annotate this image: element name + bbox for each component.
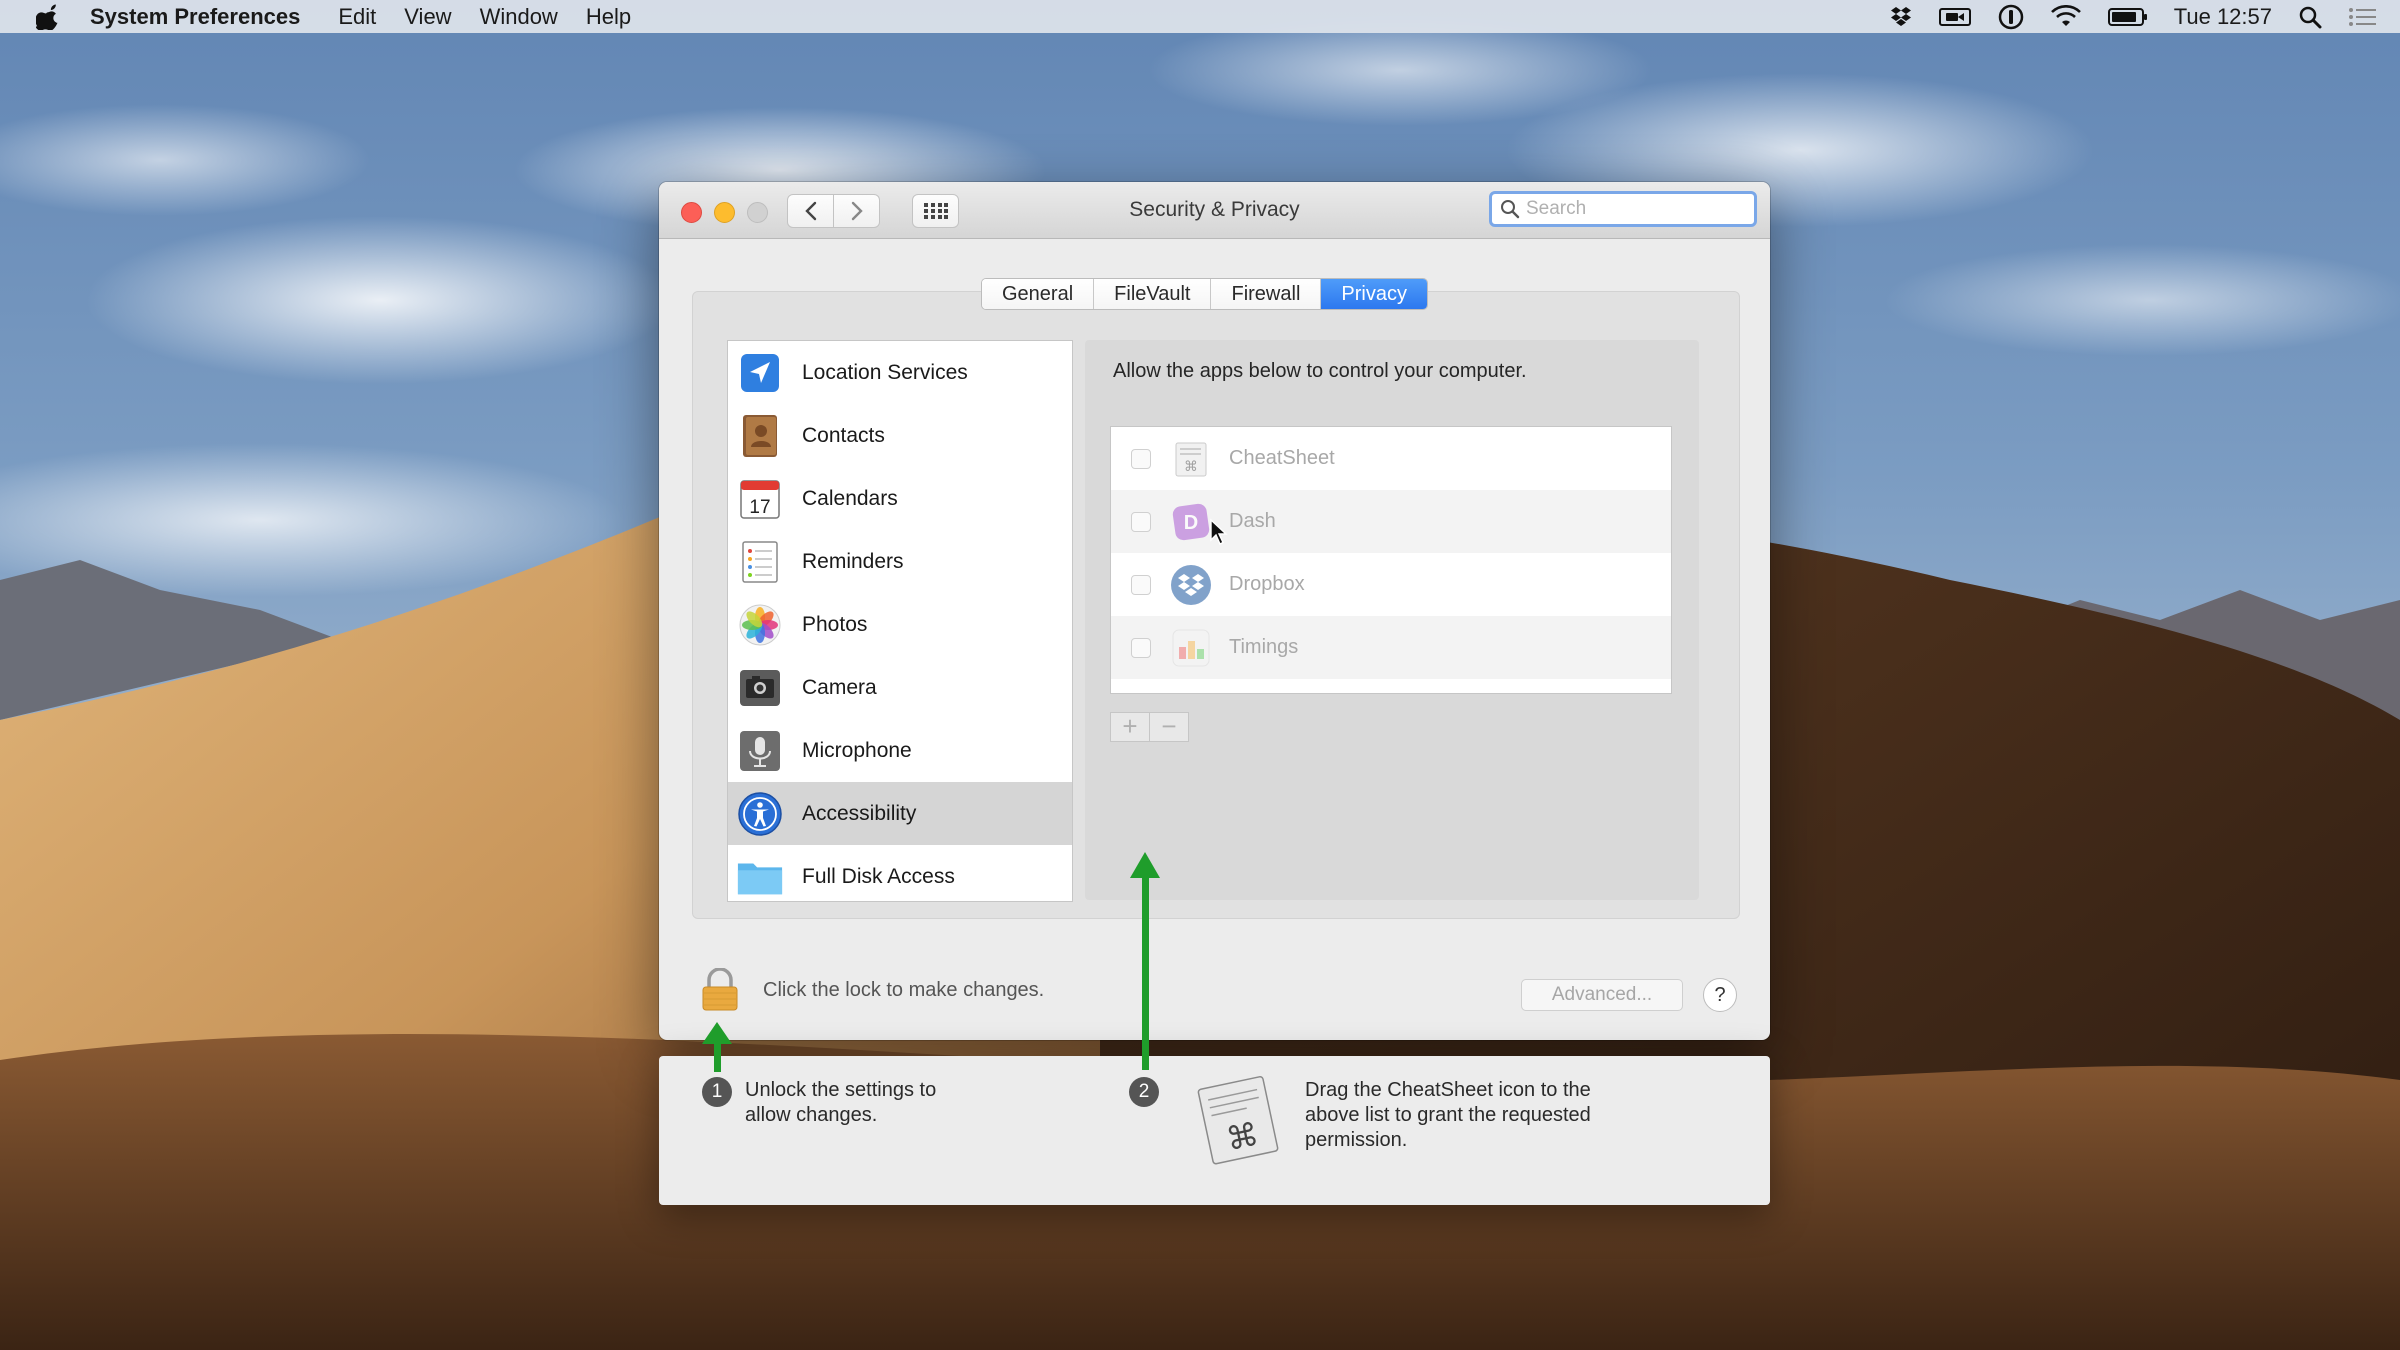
spotlight-icon[interactable] [2298,5,2322,29]
dropbox-icon [1167,561,1215,609]
tab-general[interactable]: General [982,279,1095,309]
privacy-item-label: Location Services [802,360,968,384]
title-bar[interactable]: Security & Privacy [659,182,1770,239]
privacy-item-location-services[interactable]: Location Services [728,341,1072,404]
security-privacy-window: Security & Privacy General FileVault Fir… [659,182,1770,1040]
app-checkbox[interactable] [1131,511,1151,532]
arrow-to-app-list-icon [1130,852,1160,1070]
privacy-item-label: Camera [802,675,877,699]
step-2-line-1: Drag the CheatSheet icon to the [1305,1079,1591,1101]
battery-icon[interactable] [2107,6,2148,28]
app-name: CheatSheet [1229,447,1335,469]
app-name: Timings [1229,636,1299,658]
tab-bar: General FileVault Firewall Privacy [981,278,1428,310]
lock-row: Click the lock to make changes. [699,968,1044,1012]
menu-view[interactable]: View [404,4,451,30]
dash-icon: D [1167,498,1215,546]
privacy-item-label: Full Disk Access [802,864,955,888]
reminders-icon [736,538,784,586]
privacy-panel: Location Services Contacts 17 Calendars [692,291,1740,919]
svg-text:⌘: ⌘ [1184,458,1198,474]
dropbox-icon[interactable] [1890,5,1912,29]
step-1-line-1: Unlock the settings to [745,1079,937,1101]
search-field[interactable] [1489,191,1757,227]
privacy-item-calendars[interactable]: 17 Calendars [728,467,1072,530]
app-row-dropbox[interactable]: Dropbox [1111,553,1671,616]
add-app-button[interactable]: + [1110,712,1150,742]
step-1-text: Unlock the settings to allow changes. [745,1078,936,1128]
app-checkbox[interactable] [1131,448,1151,469]
app-name: Dash [1229,510,1276,532]
menu-edit[interactable]: Edit [338,4,376,30]
calendar-icon: 17 [736,475,784,523]
facetime-icon[interactable] [1938,5,1972,29]
arrow-to-lock-icon [702,1022,732,1072]
svg-text:D: D [1184,512,1198,534]
step-2-line-3: permission. [1305,1129,1408,1151]
search-icon [1501,200,1520,219]
tab-privacy[interactable]: Privacy [1321,279,1427,309]
app-checkbox[interactable] [1131,637,1151,658]
add-remove-buttons: + − [1110,712,1189,742]
privacy-category-list: Location Services Contacts 17 Calendars [727,340,1073,902]
photos-icon [736,601,784,649]
remove-app-button[interactable]: − [1150,712,1189,742]
privacy-item-contacts[interactable]: Contacts [728,404,1072,467]
privacy-item-accessibility[interactable]: Accessibility [728,782,1072,845]
privacy-item-photos[interactable]: Photos [728,593,1072,656]
menu-window[interactable]: Window [480,4,558,30]
privacy-item-label: Microphone [802,738,912,762]
privacy-item-label: Accessibility [802,801,917,825]
instruction-panel: 1 Unlock the settings to allow changes. … [659,1056,1770,1205]
accessibility-icon [736,790,784,838]
mouse-cursor-icon [1210,518,1228,545]
wifi-icon[interactable] [2050,4,2082,29]
notification-center-icon[interactable] [2348,5,2378,29]
step-2-text: Drag the CheatSheet icon to the above li… [1305,1078,1591,1153]
pane-description: Allow the apps below to control your com… [1113,360,1527,382]
search-input[interactable] [1524,197,1748,221]
lock-icon[interactable] [699,968,741,1012]
app-row-cheatsheet[interactable]: ⌘ CheatSheet [1111,427,1671,490]
help-button[interactable]: ? [1703,978,1737,1012]
app-row-timings[interactable]: Timings [1111,616,1671,679]
privacy-item-full-disk-access[interactable]: Full Disk Access [728,845,1072,908]
privacy-item-microphone[interactable]: Microphone [728,719,1072,782]
onepassword-icon[interactable] [1998,4,2024,30]
accessibility-pane: Allow the apps below to control your com… [1085,340,1699,900]
app-row-dash[interactable]: D Dash [1111,490,1671,553]
menu-bar: System Preferences Edit View Window Help… [0,0,2400,33]
advanced-button[interactable]: Advanced... [1521,979,1683,1011]
privacy-item-label: Photos [802,612,868,636]
folder-icon [736,853,784,901]
step-1-badge: 1 [702,1077,732,1107]
step-2-badge: 2 [1129,1077,1159,1107]
calendar-day-text: 17 [749,497,770,518]
step-2-line-2: above list to grant the requested [1305,1104,1591,1126]
privacy-item-label: Calendars [802,486,898,510]
privacy-item-label: Contacts [802,423,885,447]
timings-icon [1167,624,1215,672]
contacts-icon [736,412,784,460]
menubar-clock[interactable]: Tue 12:57 [2174,4,2272,30]
tab-filevault[interactable]: FileVault [1094,279,1212,309]
camera-icon [736,664,784,712]
privacy-item-reminders[interactable]: Reminders [728,530,1072,593]
tab-firewall[interactable]: Firewall [1211,279,1322,309]
status-area: Tue 12:57 [1890,0,2378,33]
app-name: Dropbox [1229,573,1305,595]
app-checkbox[interactable] [1131,574,1151,595]
menu-app-name[interactable]: System Preferences [90,4,300,30]
cheatsheet-icon: ⌘ [1167,435,1215,483]
menu-help[interactable]: Help [586,4,631,30]
lock-hint: Click the lock to make changes. [763,978,1045,1001]
step-1-line-2: allow changes. [745,1104,878,1126]
microphone-icon [736,727,784,775]
privacy-item-label: Reminders [802,549,904,573]
apple-menu-icon[interactable] [36,4,58,30]
location-icon [736,349,784,397]
apps-table: ⌘ CheatSheet D Dash Dropbox Timings [1110,426,1672,694]
cheatsheet-drag-icon[interactable]: ⌘ [1189,1070,1289,1170]
privacy-item-camera[interactable]: Camera [728,656,1072,719]
